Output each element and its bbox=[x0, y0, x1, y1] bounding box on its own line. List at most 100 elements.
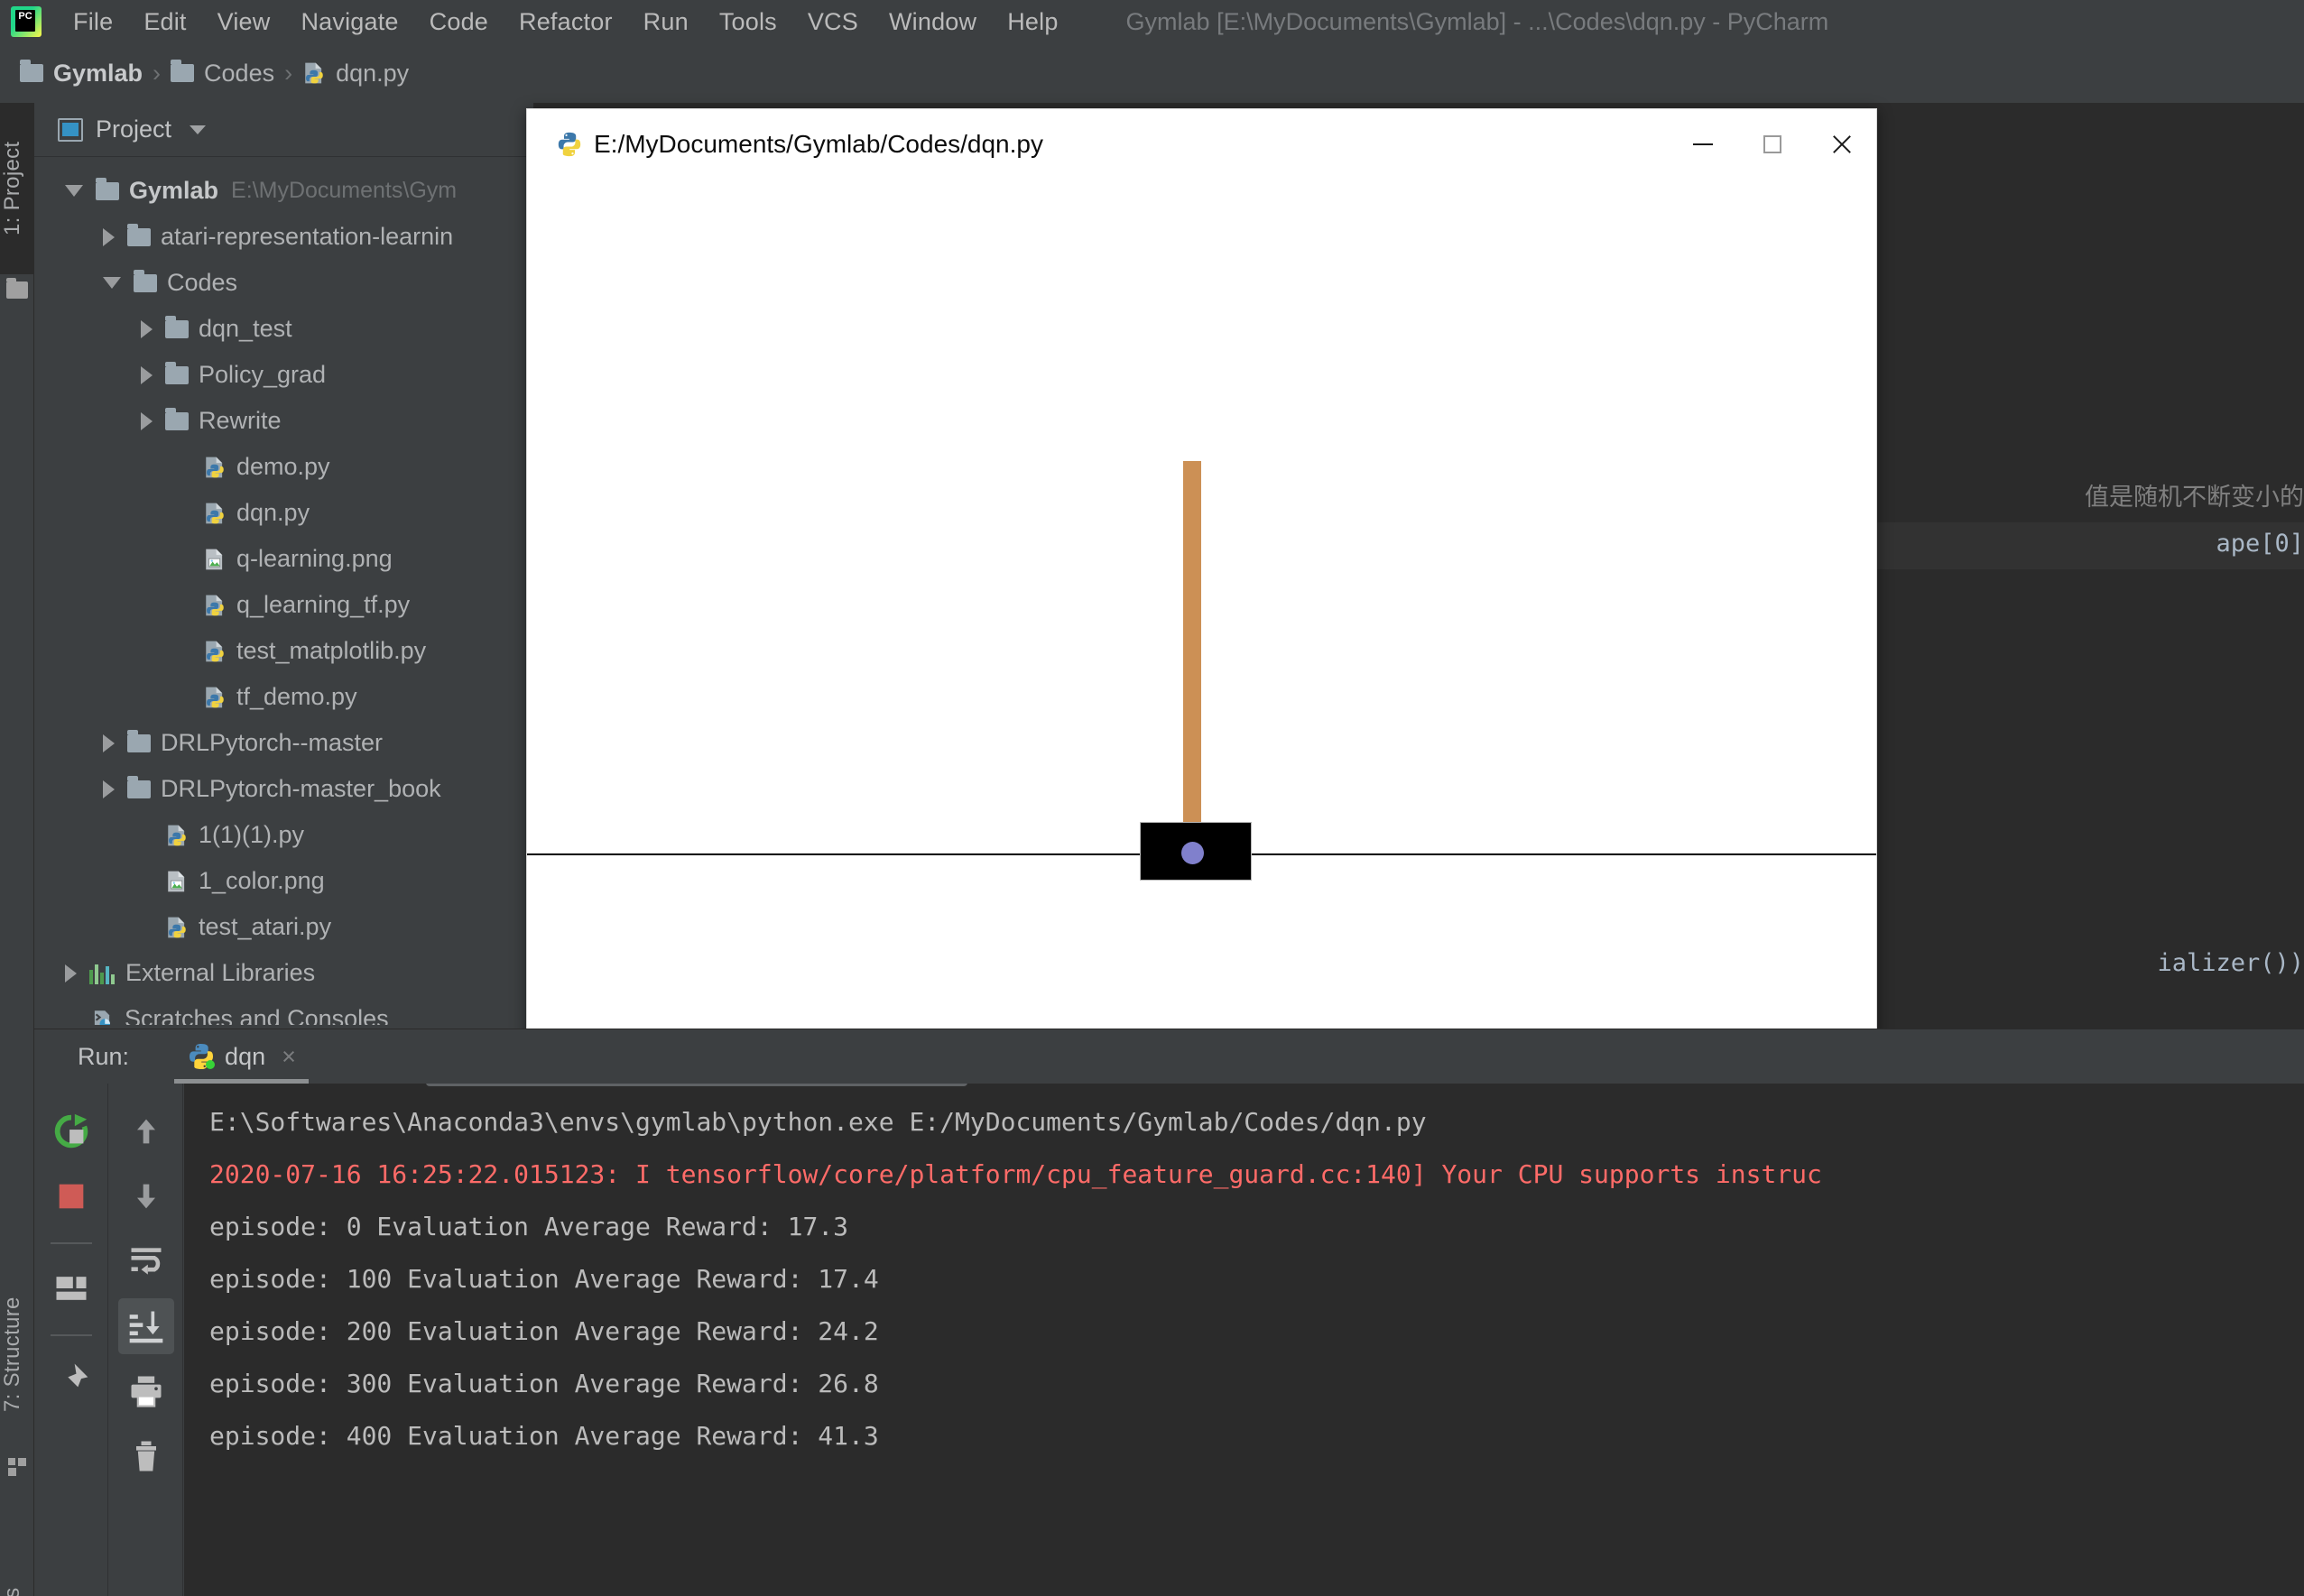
soft-wrap-button[interactable] bbox=[118, 1233, 174, 1289]
menu-item-refactor[interactable]: Refactor bbox=[504, 8, 628, 36]
project-icon bbox=[58, 117, 83, 142]
tree-item-label: atari-representation-learnin bbox=[161, 223, 454, 250]
tree-item-rewrite[interactable]: Rewrite bbox=[34, 398, 533, 444]
console-line: episode: 100 Evaluation Average Reward: … bbox=[209, 1264, 879, 1294]
breadcrumb-item-label: Gymlab bbox=[53, 59, 143, 87]
tree-item-label: demo.py bbox=[236, 453, 330, 480]
menu-item-window[interactable]: Window bbox=[874, 8, 992, 36]
layout-icon bbox=[56, 1277, 86, 1300]
console-line: episode: 400 Evaluation Average Reward: … bbox=[209, 1421, 879, 1451]
maximize-button[interactable] bbox=[1737, 109, 1807, 180]
menu-item-navigate[interactable]: Navigate bbox=[285, 8, 413, 36]
tree-item-dqn-py[interactable]: dqn.py bbox=[34, 490, 533, 536]
tree-item-q-learning-tf-py[interactable]: q_learning_tf.py bbox=[34, 582, 533, 628]
tree-item-label: External Libraries bbox=[125, 959, 316, 986]
tree-item-scratches-and-consoles[interactable]: Scratches and Consoles bbox=[34, 996, 533, 1025]
menu-item-file[interactable]: File bbox=[58, 8, 128, 36]
tree-item-dqn-test[interactable]: dqn_test bbox=[34, 306, 533, 352]
clear-all-button[interactable] bbox=[118, 1428, 174, 1484]
tree-item-tf-demo-py[interactable]: tf_demo.py bbox=[34, 674, 533, 720]
python-icon bbox=[190, 1044, 216, 1069]
scroll-to-end-button[interactable] bbox=[117, 1298, 174, 1354]
tree-item-label: dqn.py bbox=[236, 499, 310, 526]
tree-item-label: Gymlab bbox=[129, 177, 219, 204]
pin-icon bbox=[62, 1363, 88, 1392]
pin-button[interactable] bbox=[43, 1352, 99, 1408]
project-tree[interactable]: Gymlab E:\MyDocuments\Gym atari-representa… bbox=[34, 157, 533, 1025]
python-file-icon bbox=[206, 595, 224, 615]
chevron-down-icon[interactable] bbox=[65, 185, 83, 197]
popup-window-controls bbox=[1668, 109, 1876, 180]
folder-icon bbox=[134, 269, 157, 292]
chevron-right-icon[interactable] bbox=[141, 365, 153, 384]
tree-item-codes[interactable]: Codes bbox=[34, 260, 533, 306]
project-panel-header: Project bbox=[34, 103, 533, 157]
menu-item-view[interactable]: View bbox=[202, 8, 286, 36]
menu-item-code[interactable]: Code bbox=[414, 8, 504, 36]
breadcrumb-item-label: dqn.py bbox=[336, 59, 410, 87]
tree-item-drlpytorch--master[interactable]: DRLPytorch--master bbox=[34, 720, 533, 766]
folder-icon bbox=[127, 729, 151, 752]
layout-button[interactable] bbox=[43, 1260, 99, 1316]
tree-item-label: 1_color.png bbox=[199, 867, 325, 894]
popup-title-bar: E:/MyDocuments/Gymlab/Codes/dqn.py bbox=[527, 109, 1876, 180]
close-button[interactable] bbox=[1807, 109, 1876, 180]
sidebar-tab-project[interactable]: 1: Project bbox=[0, 103, 34, 274]
breadcrumb-item-codes[interactable]: Codes bbox=[171, 60, 274, 88]
tree-item-q-learning-png[interactable]: q-learning.png bbox=[34, 536, 533, 582]
sidebar-tab-favorites[interactable]: ites bbox=[0, 1555, 34, 1596]
sidebar-tab-structure[interactable]: 7: Structure bbox=[0, 1258, 34, 1452]
tree-item-label: q_learning_tf.py bbox=[236, 591, 411, 618]
menu-item-run[interactable]: Run bbox=[628, 8, 704, 36]
menu-item-help[interactable]: Help bbox=[992, 8, 1073, 36]
chevron-right-icon[interactable] bbox=[141, 319, 153, 338]
project-folder-icon bbox=[6, 278, 28, 299]
menu-item-edit[interactable]: Edit bbox=[128, 8, 201, 36]
chevron-down-icon[interactable] bbox=[190, 125, 207, 134]
close-icon[interactable]: × bbox=[282, 1043, 296, 1071]
chevron-right-icon[interactable] bbox=[65, 964, 77, 983]
stop-button[interactable] bbox=[43, 1168, 99, 1224]
menu-item-tools[interactable]: Tools bbox=[704, 8, 792, 36]
tree-item-test-matplotlib-py[interactable]: test_matplotlib.py bbox=[34, 628, 533, 674]
tree-item-atari-representation-learnin[interactable]: atari-representation-learnin bbox=[34, 214, 533, 260]
print-button[interactable] bbox=[118, 1363, 174, 1419]
python-file-icon bbox=[206, 687, 224, 707]
menu-item-vcs[interactable]: VCS bbox=[792, 8, 874, 36]
console-scrollbar[interactable] bbox=[426, 1084, 967, 1086]
tree-item-path: E:\MyDocuments\Gym bbox=[231, 178, 458, 203]
scroll-down-button[interactable] bbox=[118, 1168, 174, 1224]
cartpole-render-window[interactable]: E:/MyDocuments/Gymlab/Codes/dqn.py bbox=[526, 108, 1877, 1082]
scroll-up-button[interactable] bbox=[118, 1103, 174, 1159]
toolbar-divider bbox=[50, 1242, 92, 1244]
pole-shape bbox=[1183, 461, 1201, 860]
cartpole-canvas bbox=[527, 180, 1876, 1082]
scroll-to-end-icon bbox=[129, 1311, 162, 1343]
tree-item-gymlab[interactable]: Gymlab E:\MyDocuments\Gym bbox=[34, 168, 533, 214]
chevron-down-icon[interactable] bbox=[103, 277, 121, 289]
tree-item-label: test_matplotlib.py bbox=[236, 637, 427, 664]
tree-item-1-color-png[interactable]: 1_color.png bbox=[34, 858, 533, 904]
folder-icon bbox=[165, 315, 189, 338]
breadcrumb-separator: › bbox=[284, 59, 293, 87]
tree-item-demo-py[interactable]: demo.py bbox=[34, 444, 533, 490]
console-output[interactable]: E:\Softwares\Anaconda3\envs\gymlab\pytho… bbox=[184, 1084, 2304, 1596]
tree-item-drlpytorch-master-book[interactable]: DRLPytorch-master_book bbox=[34, 766, 533, 812]
breadcrumb-item-gymlab[interactable]: Gymlab bbox=[20, 60, 143, 88]
structure-icon bbox=[8, 1458, 26, 1476]
tree-item-test-atari-py[interactable]: test_atari.py bbox=[34, 904, 533, 950]
tree-item-external-libraries[interactable]: External Libraries bbox=[34, 950, 533, 996]
chevron-right-icon[interactable] bbox=[103, 227, 115, 246]
minimize-button[interactable] bbox=[1668, 109, 1737, 180]
pycharm-window: FileEditViewNavigateCodeRefactorRunTools… bbox=[0, 0, 2304, 1596]
chevron-right-icon[interactable] bbox=[103, 780, 115, 798]
chevron-right-icon[interactable] bbox=[103, 733, 115, 752]
chevron-right-icon[interactable] bbox=[141, 411, 153, 430]
breadcrumb-item-dqn-py[interactable]: dqn.py bbox=[302, 60, 409, 88]
rerun-button[interactable] bbox=[43, 1103, 99, 1159]
tree-item-1-1--1--py[interactable]: 1(1)(1).py bbox=[34, 812, 533, 858]
tree-item-policy-grad[interactable]: Policy_grad bbox=[34, 352, 533, 398]
editor-line: 值是随机不断变小的 bbox=[2085, 484, 2304, 512]
run-tab-dqn[interactable]: dqn × bbox=[174, 1029, 309, 1084]
project-tool-window: Project Gymlab E:\MyDocuments\Gym atari-re… bbox=[34, 103, 534, 1029]
